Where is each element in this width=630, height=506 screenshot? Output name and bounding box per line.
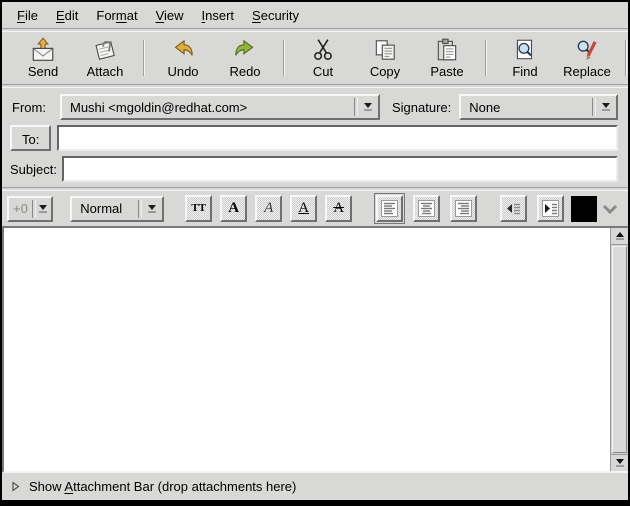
menu-edit[interactable]: Edit (47, 6, 87, 25)
to-button-label: To: (22, 132, 39, 147)
triangle-down-icon (616, 459, 624, 464)
menu-file[interactable]: File (8, 6, 47, 25)
find-label: Find (512, 64, 537, 79)
copy-button[interactable]: Copy (354, 35, 416, 81)
italic-button[interactable]: A (255, 195, 282, 222)
subject-input[interactable] (62, 156, 618, 182)
undo-icon (170, 37, 196, 63)
combo-arrow-icon[interactable] (358, 103, 378, 111)
menubar: File Edit Format View Insert Security (2, 2, 628, 28)
attach-button[interactable]: Attach (74, 35, 136, 81)
align-left-button[interactable] (376, 195, 403, 222)
compose-window: File Edit Format View Insert Security Se… (0, 0, 630, 506)
indent-button[interactable] (537, 195, 564, 222)
from-combo-value: Mushi <mgoldin@redhat.com> (62, 100, 354, 115)
align-right-button[interactable] (450, 195, 477, 222)
undo-label: Undo (167, 64, 198, 79)
combo-arrow-icon[interactable] (142, 205, 162, 213)
message-body-frame (2, 226, 628, 473)
strikethrough-label: A (333, 201, 344, 216)
typewriter-button[interactable]: TT (185, 195, 212, 222)
subject-label: Subject: (10, 162, 62, 177)
redo-icon (232, 37, 258, 63)
signature-label: Signature: (392, 100, 451, 115)
underline-button[interactable]: A (290, 195, 317, 222)
align-right-icon (455, 200, 472, 217)
indent-icon (542, 200, 559, 217)
attachment-bar-toggle[interactable]: Show Attachment Bar (drop attachments he… (2, 473, 628, 500)
cut-label: Cut (313, 64, 333, 79)
main-toolbar: Send Attach (2, 32, 628, 84)
attach-label: Attach (87, 64, 124, 79)
send-label: Send (28, 64, 58, 79)
body-scrollbar[interactable] (610, 228, 628, 471)
to-button[interactable]: To: (10, 125, 51, 151)
toolbar-separator (625, 40, 627, 76)
paste-button[interactable]: Paste (416, 35, 478, 81)
redo-button[interactable]: Redo (214, 35, 276, 81)
format-toolbar: +0 Normal TT A A A (2, 191, 628, 226)
copy-label: Copy (370, 64, 400, 79)
find-button[interactable]: Find (494, 35, 556, 81)
paste-icon (434, 37, 460, 63)
paragraph-style-value: Normal (72, 201, 137, 216)
redo-label: Redo (229, 64, 260, 79)
undo-button[interactable]: Undo (152, 35, 214, 81)
bold-button[interactable]: A (220, 195, 247, 222)
attachment-bar-label: Show Attachment Bar (drop attachments he… (29, 479, 296, 494)
from-label: From: (12, 100, 60, 115)
align-left-icon (381, 200, 398, 217)
menu-format[interactable]: Format (87, 6, 146, 25)
italic-label: A (264, 201, 273, 216)
typewriter-label: TT (191, 203, 206, 214)
subject-row: Subject: (2, 153, 628, 187)
paste-label: Paste (430, 64, 463, 79)
unindent-icon (505, 200, 522, 217)
find-icon (512, 37, 538, 63)
menu-insert[interactable]: Insert (193, 6, 244, 25)
unindent-button[interactable] (500, 195, 527, 222)
scroll-up-button[interactable] (611, 228, 628, 245)
combo-arrow-icon[interactable] (36, 205, 51, 213)
attach-icon (92, 37, 118, 63)
toolbar-separator (485, 40, 487, 76)
from-row: From: Mushi <mgoldin@redhat.com> Signatu… (2, 88, 628, 123)
paragraph-style-combo[interactable]: Normal (70, 196, 163, 222)
signature-combo-value: None (461, 100, 592, 115)
copy-icon (372, 37, 398, 63)
replace-icon (574, 37, 600, 63)
chevron-down-icon (602, 204, 618, 214)
expander-triangle-icon (12, 481, 20, 492)
text-color-swatch[interactable] (571, 196, 597, 222)
cut-icon (310, 37, 336, 63)
combo-arrow-icon[interactable] (596, 103, 616, 111)
scroll-thumb[interactable] (612, 246, 627, 453)
format-overflow-chevron[interactable] (600, 202, 620, 216)
underline-label: A (298, 201, 309, 216)
font-size-combo[interactable]: +0 (7, 196, 53, 222)
to-row: To: (2, 123, 628, 153)
to-input[interactable] (57, 125, 618, 151)
send-button[interactable]: Send (12, 35, 74, 81)
message-body-editor[interactable] (4, 228, 610, 471)
triangle-up-icon (616, 232, 624, 237)
cut-button[interactable]: Cut (292, 35, 354, 81)
from-combo[interactable]: Mushi <mgoldin@redhat.com> (60, 94, 380, 120)
menu-view[interactable]: View (147, 6, 193, 25)
toolbar-separator (143, 40, 145, 76)
replace-button[interactable]: Replace (556, 35, 618, 81)
font-size-value: +0 (9, 201, 32, 216)
signature-combo[interactable]: None (459, 94, 618, 120)
replace-label: Replace (563, 64, 611, 79)
toolbar-separator (283, 40, 285, 76)
send-icon (30, 37, 56, 63)
align-center-button[interactable] (413, 195, 440, 222)
strikethrough-button[interactable]: A (325, 195, 352, 222)
menu-security[interactable]: Security (243, 6, 308, 25)
bold-label: A (228, 201, 239, 216)
align-center-icon (418, 200, 435, 217)
scroll-down-button[interactable] (611, 454, 628, 471)
